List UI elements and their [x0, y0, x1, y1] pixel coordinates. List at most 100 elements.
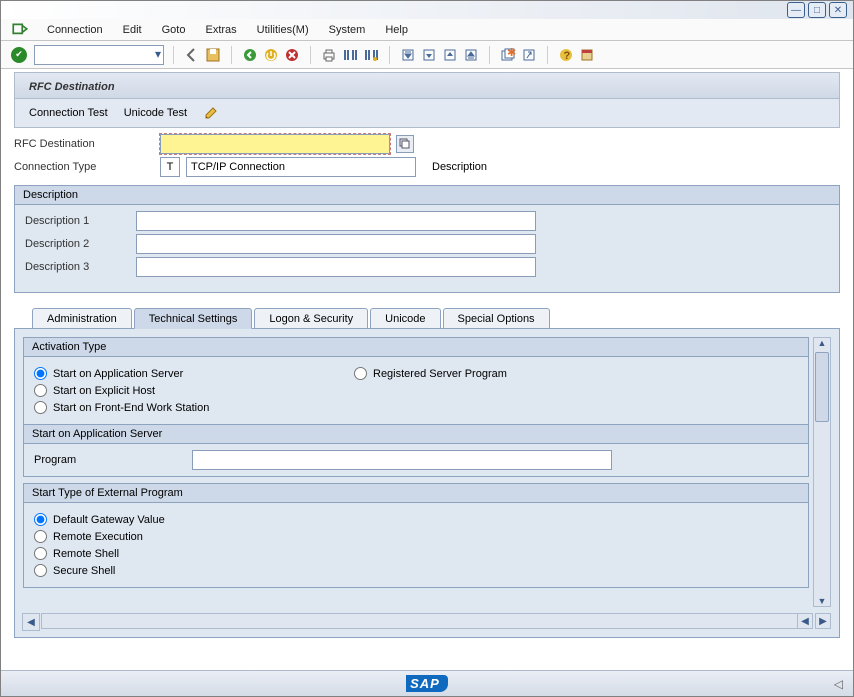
page-title-text: RFC Destination — [29, 81, 115, 93]
menu-goto[interactable]: Goto — [152, 21, 196, 39]
page-title: RFC Destination — [14, 72, 840, 99]
print-icon[interactable] — [320, 46, 338, 64]
description-group-header: Description — [15, 186, 839, 205]
enter-icon[interactable]: ✔ — [11, 47, 27, 63]
find-icon[interactable] — [341, 46, 359, 64]
scrollbar-thumb[interactable] — [815, 352, 829, 422]
menu-label: Connection — [47, 24, 103, 36]
radio-input[interactable] — [34, 384, 47, 397]
separator — [231, 46, 232, 64]
start-app-server-header: Start on Application Server — [24, 424, 808, 444]
new-session-icon[interactable]: ✱ — [499, 46, 517, 64]
menu-system[interactable]: System — [319, 21, 376, 39]
radio-label: Remote Execution — [53, 531, 143, 543]
unicode-test-button[interactable]: Unicode Test — [124, 107, 187, 119]
find-next-icon[interactable] — [362, 46, 380, 64]
application-toolbar: Connection Test Unicode Test — [14, 99, 840, 128]
desc1-input[interactable] — [136, 211, 536, 231]
scroll-buttons-right: ◀▶ — [797, 613, 831, 629]
desc3-label: Description 3 — [25, 261, 130, 273]
minimize-button[interactable]: — — [787, 2, 805, 18]
save-icon[interactable] — [204, 46, 222, 64]
conn-type-text-input[interactable] — [186, 157, 416, 177]
maximize-button[interactable]: □ — [808, 2, 826, 18]
close-button[interactable]: ✕ — [829, 2, 847, 18]
radio-start-explicit-host[interactable]: Start on Explicit Host — [34, 384, 314, 397]
tab-technical-settings[interactable]: Technical Settings — [134, 308, 253, 329]
back-icon[interactable] — [183, 46, 201, 64]
radio-label: Secure Shell — [53, 565, 115, 577]
edit-pencil-icon[interactable] — [203, 105, 219, 121]
nav-back-icon[interactable] — [241, 46, 259, 64]
nav-exit-icon[interactable] — [262, 46, 280, 64]
radio-default-gateway[interactable]: Default Gateway Value — [34, 513, 798, 526]
menu-label: Goto — [162, 24, 186, 36]
radio-registered-server[interactable]: Registered Server Program — [354, 367, 634, 380]
radio-remote-execution[interactable]: Remote Execution — [34, 530, 798, 543]
vertical-scrollbar[interactable] — [813, 337, 831, 607]
tab-special-options[interactable]: Special Options — [443, 308, 550, 329]
radio-input[interactable] — [354, 367, 367, 380]
radio-remote-shell[interactable]: Remote Shell — [34, 547, 798, 560]
program-label: Program — [34, 454, 184, 466]
menubar: Connection Edit Goto Extras Utilities(M)… — [1, 19, 853, 41]
desc2-input[interactable] — [136, 234, 536, 254]
next-page-icon[interactable] — [441, 46, 459, 64]
radio-label: Start on Application Server — [53, 368, 183, 380]
create-shortcut-icon[interactable] — [520, 46, 538, 64]
menu-label: Extras — [205, 24, 236, 36]
scroll-right-icon[interactable]: ▶ — [815, 613, 831, 629]
help-icon[interactable]: ? — [557, 46, 575, 64]
rfc-dest-label: RFC Destination — [14, 138, 154, 150]
standard-toolbar: ✔ ✱ ? — [1, 41, 853, 69]
tab-logon-security[interactable]: Logon & Security — [254, 308, 368, 329]
prev-page-icon[interactable] — [420, 46, 438, 64]
sap-gui-window: — □ ✕ Connection Edit Goto Extras Utilit… — [0, 0, 854, 697]
radio-secure-shell[interactable]: Secure Shell — [34, 564, 798, 577]
first-page-icon[interactable] — [399, 46, 417, 64]
search-help-icon[interactable] — [396, 135, 414, 153]
menu-edit[interactable]: Edit — [113, 21, 152, 39]
program-input[interactable] — [192, 450, 612, 470]
tab-administration[interactable]: Administration — [32, 308, 132, 329]
activation-header: Activation Type — [24, 338, 808, 357]
radio-label: Default Gateway Value — [53, 514, 165, 526]
radio-input[interactable] — [34, 367, 47, 380]
radio-input[interactable] — [34, 547, 47, 560]
window-titlebar: — □ ✕ — [1, 1, 853, 19]
connection-test-button[interactable]: Connection Test — [29, 107, 108, 119]
desc3-input[interactable] — [136, 257, 536, 277]
menu-session-icon[interactable] — [11, 21, 29, 39]
statusbar-expand-icon[interactable]: ◁ — [834, 677, 843, 691]
nav-cancel-icon[interactable] — [283, 46, 301, 64]
conn-type-descr-label: Description — [432, 161, 487, 173]
radio-start-front-end[interactable]: Start on Front-End Work Station — [34, 401, 314, 414]
radio-label: Registered Server Program — [373, 368, 507, 380]
horizontal-scrollbar[interactable] — [41, 613, 809, 629]
radio-input[interactable] — [34, 401, 47, 414]
radio-label: Start on Explicit Host — [53, 385, 155, 397]
radio-input[interactable] — [34, 564, 47, 577]
radio-input[interactable] — [34, 513, 47, 526]
command-field[interactable] — [34, 45, 164, 65]
menu-utilities[interactable]: Utilities(M) — [247, 21, 319, 39]
tab-unicode[interactable]: Unicode — [370, 308, 440, 329]
separator — [489, 46, 490, 64]
scroll-left-icon[interactable]: ◀ — [797, 613, 813, 629]
main-form: RFC Destination Connection Type Descript… — [14, 134, 840, 293]
start-type-section: Start Type of External Program Default G… — [23, 483, 809, 588]
start-type-header: Start Type of External Program — [24, 484, 808, 503]
menu-label: System — [329, 24, 366, 36]
menu-extras[interactable]: Extras — [195, 21, 246, 39]
description-group: Description Description 1 Description 2 … — [14, 185, 840, 293]
radio-label: Remote Shell — [53, 548, 119, 560]
rfc-destination-input[interactable] — [160, 134, 390, 154]
radio-input[interactable] — [34, 530, 47, 543]
svg-text:?: ? — [564, 50, 571, 62]
menu-connection[interactable]: Connection — [37, 21, 113, 39]
menu-help[interactable]: Help — [375, 21, 418, 39]
radio-start-app-server[interactable]: Start on Application Server — [34, 367, 314, 380]
layout-icon[interactable] — [578, 46, 596, 64]
conn-type-code-input[interactable] — [160, 157, 180, 177]
last-page-icon[interactable] — [462, 46, 480, 64]
